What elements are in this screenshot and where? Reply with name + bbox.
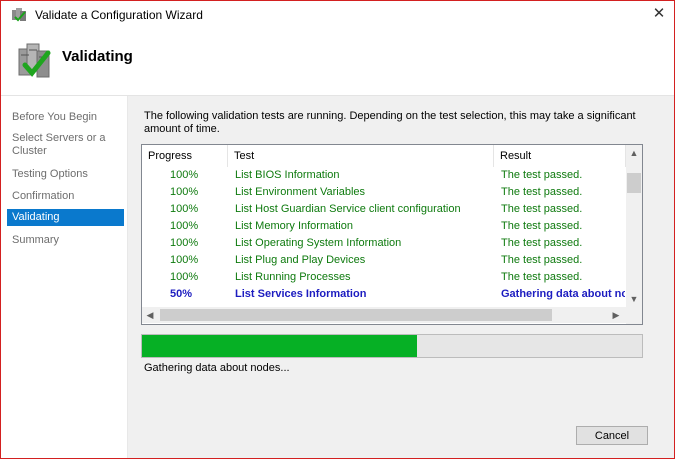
sidebar-item-select-servers: Select Servers or a Cluster: [12, 132, 106, 157]
progress-bar-fill: [142, 335, 417, 357]
horizontal-scrollbar[interactable]: ◀ ▶: [142, 307, 626, 323]
column-header-test[interactable]: Test: [228, 145, 494, 167]
table-row[interactable]: 100% List Memory Information The test pa…: [142, 218, 626, 235]
cell-test: List Running Processes: [235, 271, 351, 283]
server-checkmark-icon: [17, 41, 53, 81]
cancel-button[interactable]: Cancel: [576, 426, 648, 445]
cell-test: List Memory Information: [235, 220, 353, 232]
close-button[interactable]: ✕: [644, 1, 674, 29]
cell-test: List Host Guardian Service client config…: [235, 203, 461, 215]
vertical-scroll-thumb[interactable]: [627, 173, 641, 193]
table-row[interactable]: 100% List BIOS Information The test pass…: [142, 167, 626, 184]
cell-progress: 50%: [170, 288, 193, 300]
cell-result: The test passed.: [501, 203, 583, 215]
cell-progress: 100%: [170, 254, 199, 266]
status-text: Gathering data about nodes...: [144, 362, 290, 374]
table-row[interactable]: 100% List Running Processes The test pas…: [142, 269, 626, 286]
title-bar: Validate a Configuration Wizard ✕: [1, 1, 674, 29]
window-title: Validate a Configuration Wizard: [35, 8, 203, 22]
cell-progress: 100%: [170, 186, 199, 198]
list-rows: 100% List BIOS Information The test pass…: [142, 167, 626, 303]
cell-test: List Environment Variables: [235, 186, 366, 198]
scroll-right-icon[interactable]: ▶: [608, 307, 624, 323]
description-text: The following validation tests are runni…: [144, 110, 636, 135]
cell-result: The test passed.: [501, 186, 583, 198]
cell-result: The test passed.: [501, 169, 583, 181]
cell-result: The test passed.: [501, 254, 583, 266]
horizontal-scroll-thumb[interactable]: [160, 309, 552, 321]
scroll-down-icon[interactable]: ▼: [626, 291, 642, 307]
cell-progress: 100%: [170, 271, 199, 283]
vertical-scrollbar[interactable]: ▲ ▼: [626, 145, 642, 307]
cell-result: The test passed.: [501, 220, 583, 232]
table-row[interactable]: 100% List Plug and Play Devices The test…: [142, 252, 626, 269]
cell-progress: 100%: [170, 169, 199, 181]
sidebar-item-before-you-begin: Before You Begin: [12, 111, 98, 123]
table-row[interactable]: 100% List Host Guardian Service client c…: [142, 201, 626, 218]
sidebar-item-confirmation: Confirmation: [12, 190, 75, 202]
cell-test: List BIOS Information: [235, 169, 340, 181]
wizard-footer: Cancel: [127, 414, 674, 458]
cell-result: Gathering data about nodes...: [501, 288, 625, 300]
column-header-progress[interactable]: Progress: [142, 145, 228, 167]
wizard-window: Validate a Configuration Wizard ✕ Valida…: [0, 0, 675, 459]
wizard-header: Validating: [1, 29, 674, 95]
sidebar-item-validating: Validating: [7, 209, 124, 226]
column-header-result[interactable]: Result: [494, 145, 626, 167]
sidebar-item-summary: Summary: [12, 234, 60, 246]
validation-tests-list[interactable]: Progress Test Result 100% List BIOS Info…: [141, 144, 643, 325]
cell-progress: 100%: [170, 237, 199, 249]
cluster-wizard-icon: [11, 7, 27, 23]
cell-test: List Plug and Play Devices: [235, 254, 366, 266]
cell-progress: 100%: [170, 220, 199, 232]
table-row[interactable]: 100% List Operating System Information T…: [142, 235, 626, 252]
scrollbar-corner: [626, 307, 642, 324]
cell-test: List Operating System Information: [235, 237, 402, 249]
page-title: Validating: [62, 48, 133, 65]
scroll-up-icon[interactable]: ▲: [626, 145, 642, 161]
table-row-running[interactable]: 50% List Services Information Gathering …: [142, 286, 626, 303]
table-row[interactable]: 100% List Environment Variables The test…: [142, 184, 626, 201]
overall-progress-bar: [141, 334, 643, 358]
cell-progress: 100%: [170, 203, 199, 215]
wizard-steps-sidebar: Before You Begin Select Servers or a Clu…: [1, 96, 126, 458]
cell-test: List Services Information: [235, 288, 367, 300]
cell-result: The test passed.: [501, 271, 583, 283]
sidebar-item-testing-options: Testing Options: [12, 168, 88, 180]
scroll-left-icon[interactable]: ◀: [142, 307, 158, 323]
cell-result: The test passed.: [501, 237, 583, 249]
main-content: The following validation tests are runni…: [127, 96, 674, 414]
list-header: Progress Test Result: [142, 145, 626, 167]
